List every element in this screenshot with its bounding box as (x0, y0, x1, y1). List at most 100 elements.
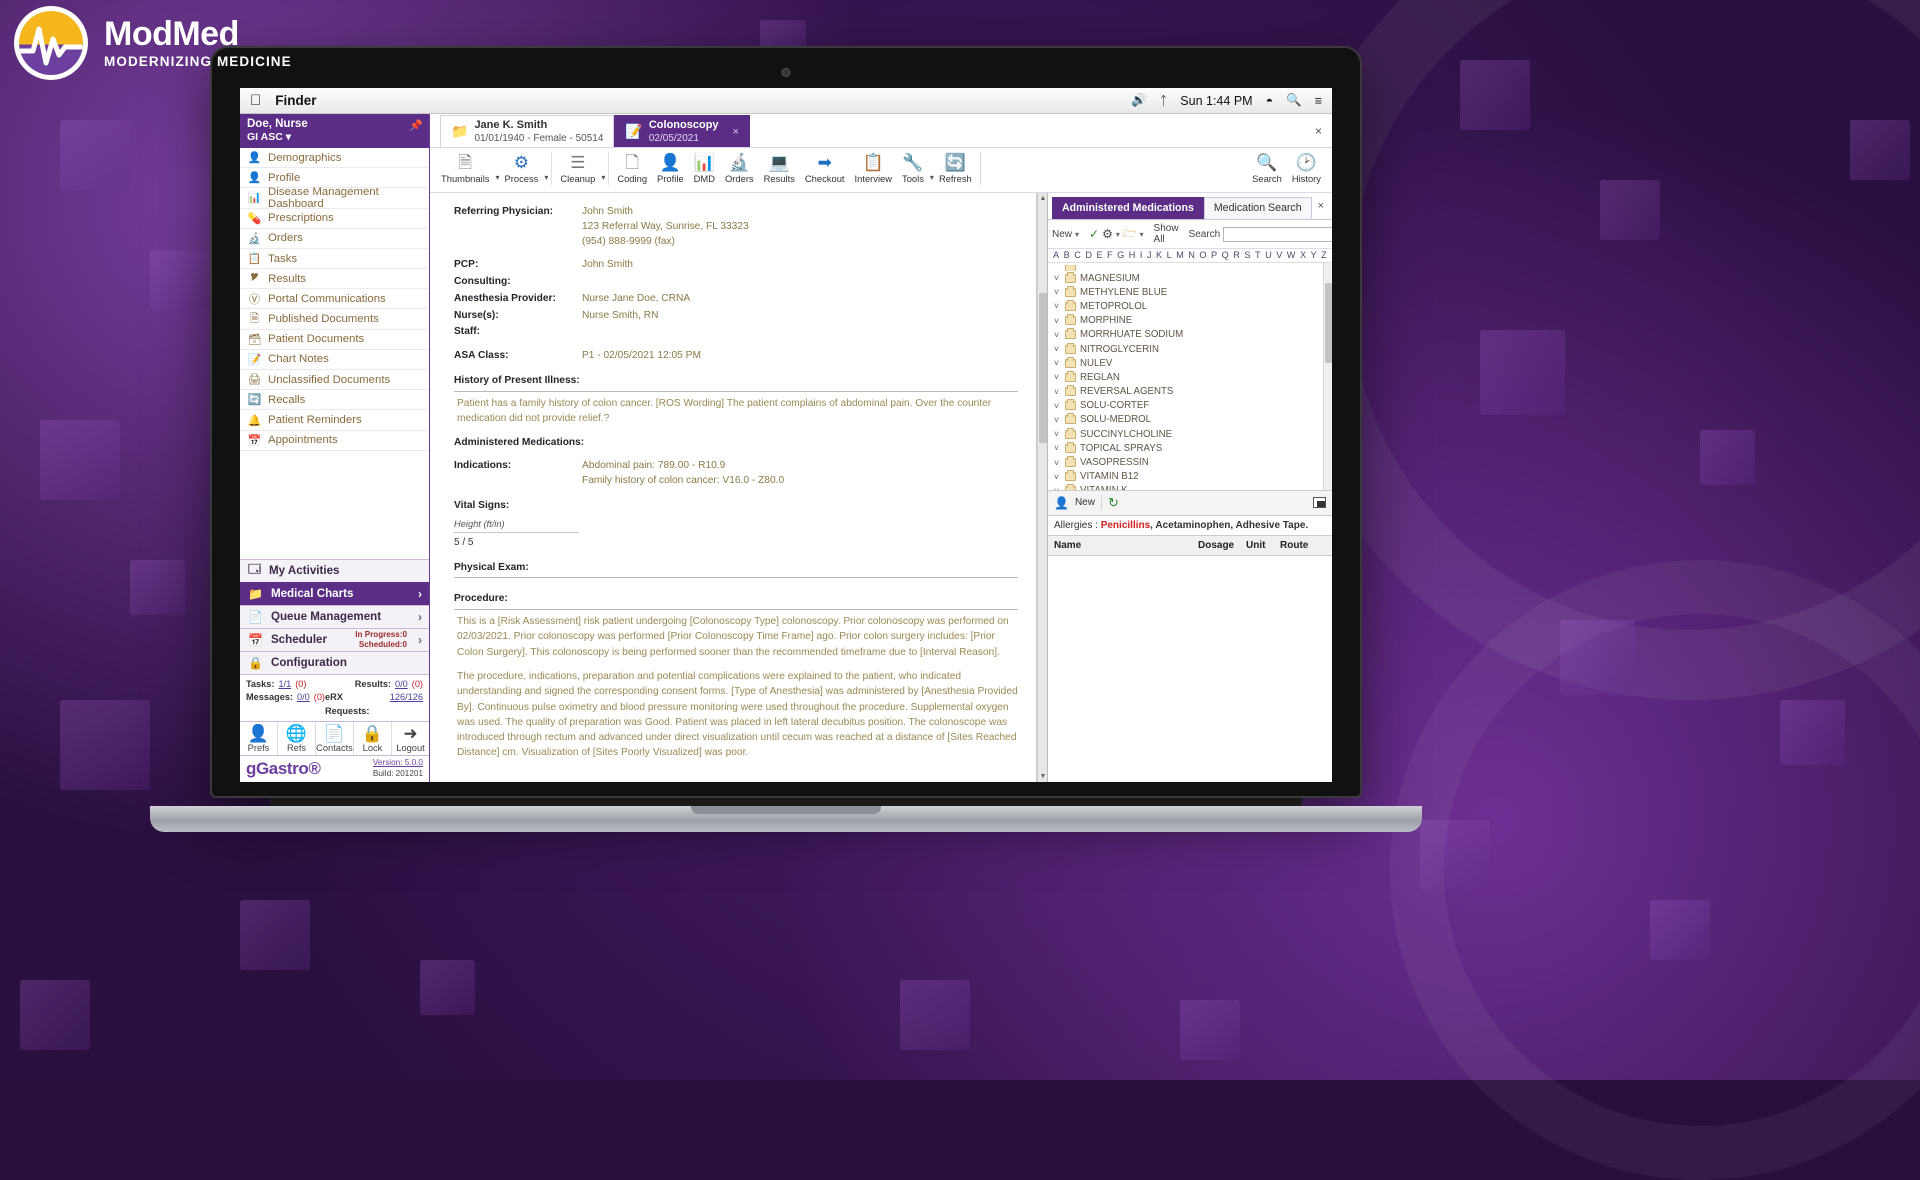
chevron-down-icon[interactable]: ˅ (1052, 486, 1061, 491)
medication-row[interactable]: ˅ MAGNESIUM (1052, 271, 1332, 285)
toolbar-history-button[interactable]: 🕑 History (1287, 152, 1326, 185)
alpha-P[interactable]: P (1211, 250, 1217, 260)
alpha-I[interactable]: I (1140, 250, 1143, 260)
toolbar-coding-button[interactable]: 🗋 Coding (612, 152, 652, 185)
toolbar-refresh-button[interactable]: 🔄 Refresh (934, 152, 977, 185)
medication-row[interactable]: ˅ MORPHINE (1052, 314, 1332, 328)
chevron-down-icon[interactable]: ˅ (1052, 443, 1061, 453)
chevron-down-icon[interactable]: ˅ (1052, 301, 1061, 311)
messages-value[interactable]: 0/0 (297, 691, 310, 719)
panel-tab-administered-medications[interactable]: Administered Medications (1052, 197, 1204, 219)
volume-icon[interactable]: 🔊 (1131, 93, 1147, 108)
medication-row[interactable]: ˅ METOPROLOL (1052, 299, 1332, 313)
bluetooth-icon[interactable]: ᛏ (1160, 94, 1168, 108)
medication-search-box[interactable]: × 🔍 (1223, 227, 1332, 242)
toolbar-search-button[interactable]: 🔍 Search (1247, 152, 1287, 185)
chevron-down-icon[interactable]: ˅ (1052, 330, 1061, 340)
version-link[interactable]: Version: 5.0.0 (373, 758, 423, 767)
medication-row[interactable]: ˅ SUCCINYLCHOLINE (1052, 427, 1332, 441)
alpha-C[interactable]: C (1074, 250, 1081, 260)
finder-label[interactable]: Finder (275, 93, 316, 108)
toolbar-thumbnails-button[interactable]: 🗎 Thumbnails (436, 152, 494, 185)
close-all-icon[interactable]: × (1315, 124, 1322, 138)
toolbar-tools-button[interactable]: 🔧 Tools (897, 152, 929, 185)
alpha-N[interactable]: N (1188, 250, 1195, 260)
alpha-H[interactable]: H (1129, 250, 1136, 260)
alpha-Z[interactable]: Z (1321, 250, 1327, 260)
scrollbar-thumb[interactable] (1325, 283, 1332, 363)
sidebar-section-my-activities[interactable]: 🗔 My Activities (240, 559, 429, 582)
medication-row[interactable]: ˅ REGLAN (1052, 370, 1332, 384)
patient-tab[interactable]: 📝 Colonoscopy 02/05/2021 × (614, 115, 750, 147)
alpha-O[interactable]: O (1199, 250, 1206, 260)
show-all-button[interactable]: Show All (1154, 223, 1179, 245)
chevron-down-icon[interactable]: ˅ (1052, 273, 1061, 283)
new-button[interactable]: New (1075, 497, 1095, 508)
toolbar-profile-button[interactable]: 👤 Profile (652, 152, 689, 185)
sidebar-item-tasks[interactable]: 📋 Tasks (240, 249, 429, 269)
alpha-R[interactable]: R (1233, 250, 1240, 260)
close-icon[interactable]: × (733, 126, 739, 138)
chevron-down-icon[interactable]: ˅ (1052, 358, 1061, 368)
medication-row[interactable]: ˅ REVERSAL AGENTS (1052, 385, 1332, 399)
alpha-F[interactable]: F (1107, 250, 1113, 260)
chevron-down-icon[interactable]: ˅ (1052, 429, 1061, 439)
toolbar-orders-button[interactable]: 🔬 Orders (720, 152, 759, 185)
chevron-right-icon[interactable]: › (418, 633, 422, 647)
medication-row[interactable]: ˅ METHYLENE BLUE (1052, 285, 1332, 299)
results-paren[interactable]: (0) (412, 678, 423, 692)
alpha-K[interactable]: K (1156, 250, 1162, 260)
sidebar-section-medical-charts[interactable]: 📁 Medical Charts › (240, 582, 429, 605)
chevron-right-icon[interactable]: › (418, 587, 422, 601)
pin-icon[interactable]: 📌 (409, 119, 423, 132)
sidebar-section-configuration[interactable]: 🔒 Configuration (240, 651, 429, 674)
alpha-L[interactable]: L (1167, 250, 1172, 260)
toolbar-cleanup-button[interactable]: ☰ Cleanup (555, 152, 600, 185)
sidebar-item-orders[interactable]: 🔬 Orders (240, 229, 429, 249)
sidebar-section-queue-management[interactable]: 📄 Queue Management › (240, 605, 429, 628)
sidebar-org-selector[interactable]: GI ASC ▾ (247, 131, 422, 144)
refresh-icon[interactable]: ↻ (1108, 495, 1119, 511)
chevron-down-icon[interactable]: ˅ (1052, 372, 1061, 382)
alpha-D[interactable]: D (1085, 250, 1092, 260)
new-menu-label[interactable]: New (1052, 229, 1072, 240)
results-value[interactable]: 0/0 (395, 678, 408, 692)
alpha-W[interactable]: W (1287, 250, 1296, 260)
sidebar-section-scheduler[interactable]: 📅 SchedulerIn Progress:0Scheduled:0 › (240, 628, 429, 651)
clock-label[interactable]: Sun 1:44 PM (1180, 94, 1252, 108)
toolbar-dmd-button[interactable]: 📊 DMD (689, 152, 720, 185)
check-circle-icon[interactable]: ✓ (1089, 227, 1099, 241)
scrollbar-thumb[interactable] (1039, 293, 1047, 443)
panel-close-icon[interactable]: × (1314, 200, 1328, 216)
alpha-E[interactable]: E (1096, 250, 1102, 260)
toolbar-process-button[interactable]: ⚙ Process (499, 152, 543, 185)
alpha-V[interactable]: V (1276, 250, 1282, 260)
alpha-U[interactable]: U (1265, 250, 1272, 260)
medication-list-scrollbar[interactable] (1323, 263, 1332, 490)
alpha-A[interactable]: A (1053, 250, 1059, 260)
chevron-down-icon[interactable]: ˅ (1052, 401, 1061, 411)
col-dosage[interactable]: Dosage (1198, 540, 1246, 551)
chevron-down-icon[interactable]: ˅ (1052, 387, 1061, 397)
medication-row[interactable]: ˅ VASOPRESSIN (1052, 455, 1332, 469)
sidebar-item-prescriptions[interactable]: 💊 Prescriptions (240, 209, 429, 229)
toolbar-results-button[interactable]: 💻 Results (759, 152, 800, 185)
wifi-icon[interactable]: ◓ (1266, 94, 1274, 108)
patient-tab[interactable]: 📁 Jane K. Smith 01/01/1940 - Female - 50… (440, 115, 614, 147)
alpha-Q[interactable]: Q (1222, 250, 1229, 260)
chevron-down-icon[interactable]: ˅ (1052, 287, 1061, 297)
medication-search-input[interactable] (1226, 229, 1332, 240)
add-folder-icon[interactable]: 🗁 (1123, 225, 1137, 244)
alpha-J[interactable]: J (1147, 250, 1152, 260)
medication-row[interactable]: ˅ NITROGLYCERIN (1052, 342, 1332, 356)
medication-row[interactable]: ˅ SOLU-MEDROL (1052, 413, 1332, 427)
tasks-paren[interactable]: (0) (295, 678, 306, 692)
erx-value[interactable]: 126/126 (390, 691, 423, 719)
chevron-down-icon[interactable]: ˅ (1052, 316, 1061, 326)
add-user-icon[interactable]: 👤 (1054, 496, 1069, 510)
sidebar-item-patient-reminders[interactable]: 🔔 Patient Reminders (240, 410, 429, 430)
alpha-G[interactable]: G (1117, 250, 1124, 260)
sidebar-button-refs[interactable]: 🌐 Refs (278, 722, 316, 755)
document-scrollbar[interactable]: ▲ ▼ (1037, 193, 1047, 782)
restore-icon[interactable] (1313, 497, 1326, 508)
